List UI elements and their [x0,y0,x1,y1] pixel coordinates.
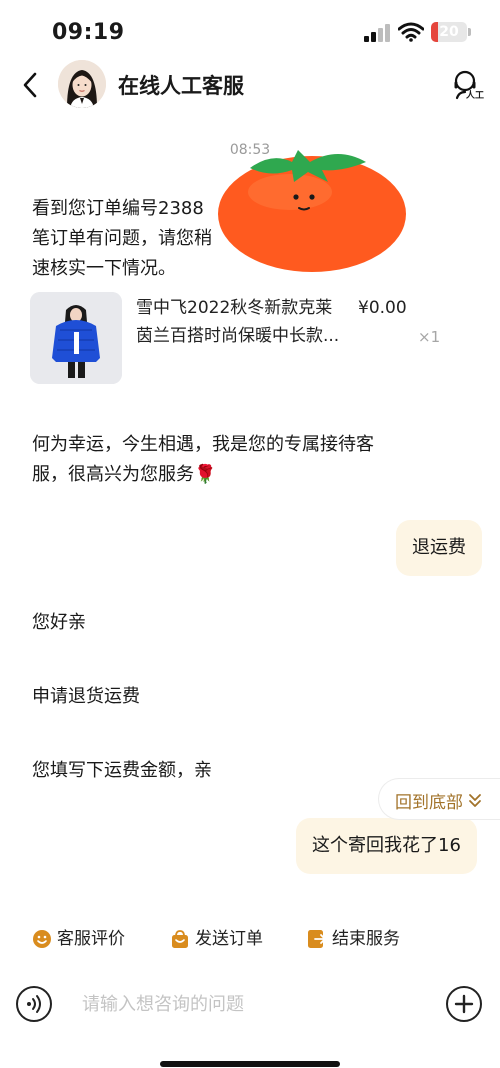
chevron-left-icon [23,72,37,98]
status-bar: 09:19 20 [0,0,500,62]
wifi-icon [398,22,424,42]
scroll-to-bottom-label: 回到底部 [395,793,463,813]
send-order-button[interactable]: 发送订单 [170,928,280,954]
order-title-line: 茵兰百搭时尚保暖中长款... [136,326,340,346]
voice-icon [27,995,41,1013]
battery-icon: 20 [431,22,467,42]
message-input[interactable] [66,984,436,1024]
back-button[interactable] [16,68,46,102]
status-time: 09:19 [52,20,125,45]
scroll-to-bottom-button[interactable]: 回到底部 [378,778,500,820]
chat-header: 在线人工客服 人工 [0,56,500,114]
user-message-bubble[interactable]: 这个寄回我花了16 [296,818,477,874]
user-message-bubble[interactable]: 退运费 [396,520,482,576]
tomato-sticker [210,142,414,276]
order-notice-line: 速核实一下情况。 [32,258,176,279]
greeting-line: 服，很高兴为您服务🌹 [32,464,217,485]
greeting-message: 何为幸运，今生相遇，我是您的专属接待客 服，很高兴为您服务🌹 [32,430,374,490]
quick-actions-bar: 客服评价 发送订单 结束服务 [0,920,500,960]
plus-circle-icon [454,994,474,1014]
avatar-icon [58,60,106,108]
exit-icon [308,930,326,948]
agent-message: 申请退货运费 [32,686,140,707]
greeting-line: 何为幸运，今生相遇，我是您的专属接待客 [32,434,374,455]
agent-avatar[interactable] [58,60,106,108]
more-options-button[interactable] [446,986,482,1022]
rate-service-button[interactable]: 客服评价 [32,928,142,954]
human-agent-label: 人工 [466,91,485,101]
agent-message: 您填写下运费金额，亲 [32,760,212,781]
battery-nub [468,28,471,36]
order-card[interactable]: 雪中飞2022秋冬新款克莱 茵兰百搭时尚保暖中长款... ¥0.00 ×1 [30,292,440,386]
rate-service-label: 客服评价 [57,929,125,949]
order-notice-line: 看到您订单编号2388 [32,198,204,219]
blue-down-jacket-image [30,292,122,384]
end-service-button[interactable]: 结束服务 [307,928,417,954]
double-chevron-down-icon [469,794,481,807]
order-product-image [30,292,122,384]
shopping-bag-icon [172,930,188,948]
smiley-icon [33,930,51,948]
order-price: ¥0.00 [358,298,407,318]
send-order-label: 发送订单 [195,929,263,949]
battery-level: 20 [439,24,459,40]
tomato-sticker-icon [218,150,406,272]
order-product-title: 雪中飞2022秋冬新款克莱 茵兰百搭时尚保暖中长款... [136,294,350,350]
order-notice-message: 看到您订单编号2388 笔订单有问题，请您稍 速核实一下情况。 [32,194,212,284]
order-title-line: 雪中飞2022秋冬新款克莱 [136,298,333,318]
human-agent-button[interactable]: 人工 [452,68,488,102]
page-title: 在线人工客服 [118,74,244,98]
cellular-signal-icon [364,24,390,42]
end-service-label: 结束服务 [332,929,400,949]
input-bar [0,974,500,1038]
order-quantity: ×1 [418,328,441,346]
home-indicator[interactable] [160,1061,340,1067]
voice-button[interactable] [16,986,52,1022]
order-notice-line: 笔订单有问题，请您稍 [32,228,212,249]
agent-message: 您好亲 [32,612,86,633]
